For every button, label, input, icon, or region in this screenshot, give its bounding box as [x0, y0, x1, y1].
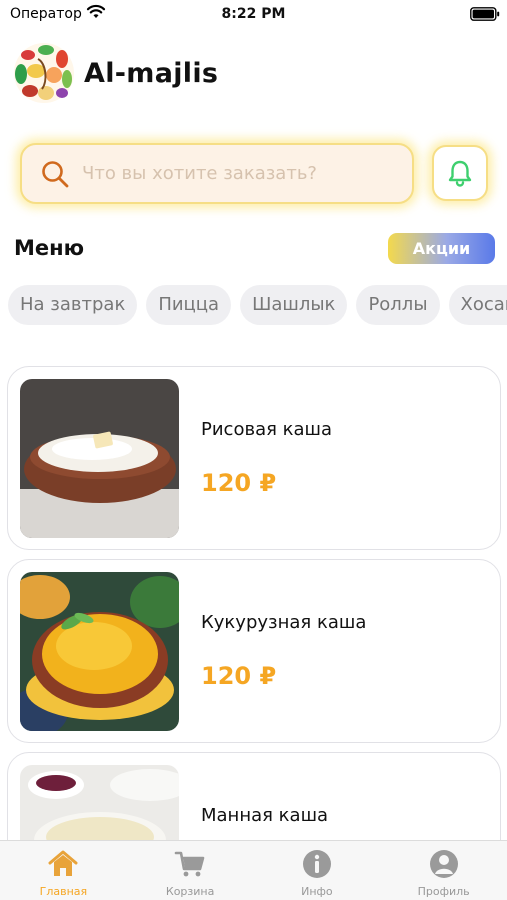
product-card[interactable]: Рисовая каша 120 ₽: [7, 366, 501, 550]
search-bar[interactable]: [20, 143, 414, 204]
profile-icon: [429, 850, 458, 878]
app-header: Al-majlis: [12, 40, 218, 106]
search-input[interactable]: [82, 163, 402, 184]
tab-label: Инфо: [301, 885, 333, 898]
product-image-corn-porridge: [20, 572, 179, 731]
status-time: 8:22 PM: [221, 6, 286, 22]
battery-icon: [470, 7, 500, 21]
tab-home[interactable]: Главная: [0, 841, 127, 900]
product-name: Кукурузная каша: [201, 612, 367, 633]
tab-label: Профиль: [417, 885, 470, 898]
category-chip-breakfast[interactable]: На завтрак: [8, 285, 138, 325]
category-chip-khosag[interactable]: Хосаг: [448, 285, 507, 325]
search-icon: [42, 160, 69, 187]
status-bar: Оператор 8:22 PM: [0, 0, 507, 30]
category-chip-rolls[interactable]: Роллы: [356, 285, 440, 325]
product-price: 120 ₽: [201, 469, 277, 497]
tab-info[interactable]: Инфо: [254, 841, 381, 900]
product-image-rice-porridge: [20, 379, 179, 538]
product-name: Манная каша: [201, 805, 329, 826]
notifications-button[interactable]: [432, 145, 488, 201]
menu-title: Меню: [14, 236, 85, 260]
tab-cart[interactable]: Корзина: [127, 841, 254, 900]
bell-icon: [448, 160, 472, 187]
app-logo: [14, 43, 74, 103]
promotions-button[interactable]: Акции: [388, 233, 495, 264]
app-title: Al-majlis: [84, 57, 219, 89]
tab-bar: Главная Корзина Инфо Профиль: [0, 840, 507, 900]
tab-label: Корзина: [165, 885, 215, 898]
tab-profile[interactable]: Профиль: [380, 841, 507, 900]
info-icon: [302, 850, 331, 878]
product-name: Рисовая каша: [201, 419, 333, 440]
category-chip-pizza[interactable]: Пицца: [146, 285, 232, 325]
cart-icon: [174, 851, 205, 877]
tab-label: Главная: [39, 885, 88, 898]
product-card[interactable]: Кукурузная каша 120 ₽: [7, 559, 501, 743]
home-icon: [48, 850, 78, 876]
category-chips: На завтракПиццаШашлыкРоллыХосаг: [8, 285, 507, 325]
product-price: 120 ₽: [201, 662, 277, 690]
category-chip-shashlik[interactable]: Шашлык: [240, 285, 348, 325]
